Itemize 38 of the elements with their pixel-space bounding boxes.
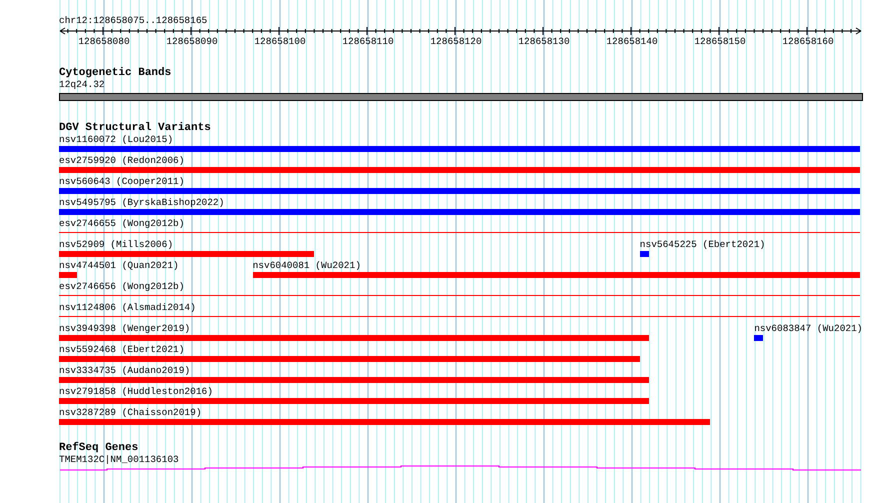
variant-label: esv2759920 (Redon2006): [59, 155, 184, 166]
variant-label: nsv3287289 (Chaisson2019): [59, 407, 202, 418]
variant-line[interactable]: [59, 295, 860, 296]
band-label: 12q24.32: [59, 79, 105, 90]
cytogenetic-band[interactable]: [59, 93, 863, 101]
variant-label: nsv52909 (Mills2006): [59, 239, 174, 250]
variant-bar[interactable]: [640, 251, 649, 257]
variant-label: nsv5645225 (Ebert2021): [640, 239, 766, 250]
ruler-label: 128658110: [342, 36, 394, 47]
variant-line[interactable]: [59, 232, 860, 233]
variant-label: nsv1160072 (Lou2015): [59, 134, 174, 145]
ruler-label: 128658090: [166, 36, 218, 47]
variant-label: nsv6083847 (Wu2021): [754, 323, 863, 334]
gene-line[interactable]: [59, 465, 862, 473]
variant-label: nsv3334735 (Audano2019): [59, 365, 190, 376]
variant-label: nsv5592468 (Ebert2021): [59, 344, 184, 355]
ruler-label: 128658080: [78, 36, 130, 47]
variant-label: nsv3949398 (Wenger2019): [59, 323, 190, 334]
gene-label: TMEM132C|NM_001136103: [59, 454, 179, 465]
ruler-label: 128658120: [430, 36, 482, 47]
region-text: chr12:128658075..128658165: [59, 15, 208, 26]
variant-label: nsv1124806 (Alsmadi2014): [59, 302, 196, 313]
track-title: Cytogenetic Bands: [59, 67, 172, 79]
variant-label: nsv560643 (Cooper2011): [59, 176, 184, 187]
variant-label: esv2746656 (Wong2012b): [59, 281, 184, 292]
ruler-label: 128658130: [518, 36, 570, 47]
ruler-label: 128658140: [606, 36, 658, 47]
variant-label: esv2746655 (Wong2012b): [59, 218, 184, 229]
ruler-label: 128658150: [694, 36, 746, 47]
variant-label: nsv2791858 (Huddleston2016): [59, 386, 213, 397]
variant-label: nsv4744501 (Quan2021): [59, 260, 179, 271]
track-title: RefSeq Genes: [59, 442, 138, 454]
ruler-label: 128658100: [254, 36, 306, 47]
track-title: DGV Structural Variants: [59, 122, 211, 134]
variant-label: nsv5495795 (ByrskaBishop2022): [59, 197, 224, 208]
ruler-label: 128658160: [782, 36, 834, 47]
variant-label: nsv6040081 (Wu2021): [252, 260, 361, 271]
variant-line[interactable]: [59, 316, 860, 317]
